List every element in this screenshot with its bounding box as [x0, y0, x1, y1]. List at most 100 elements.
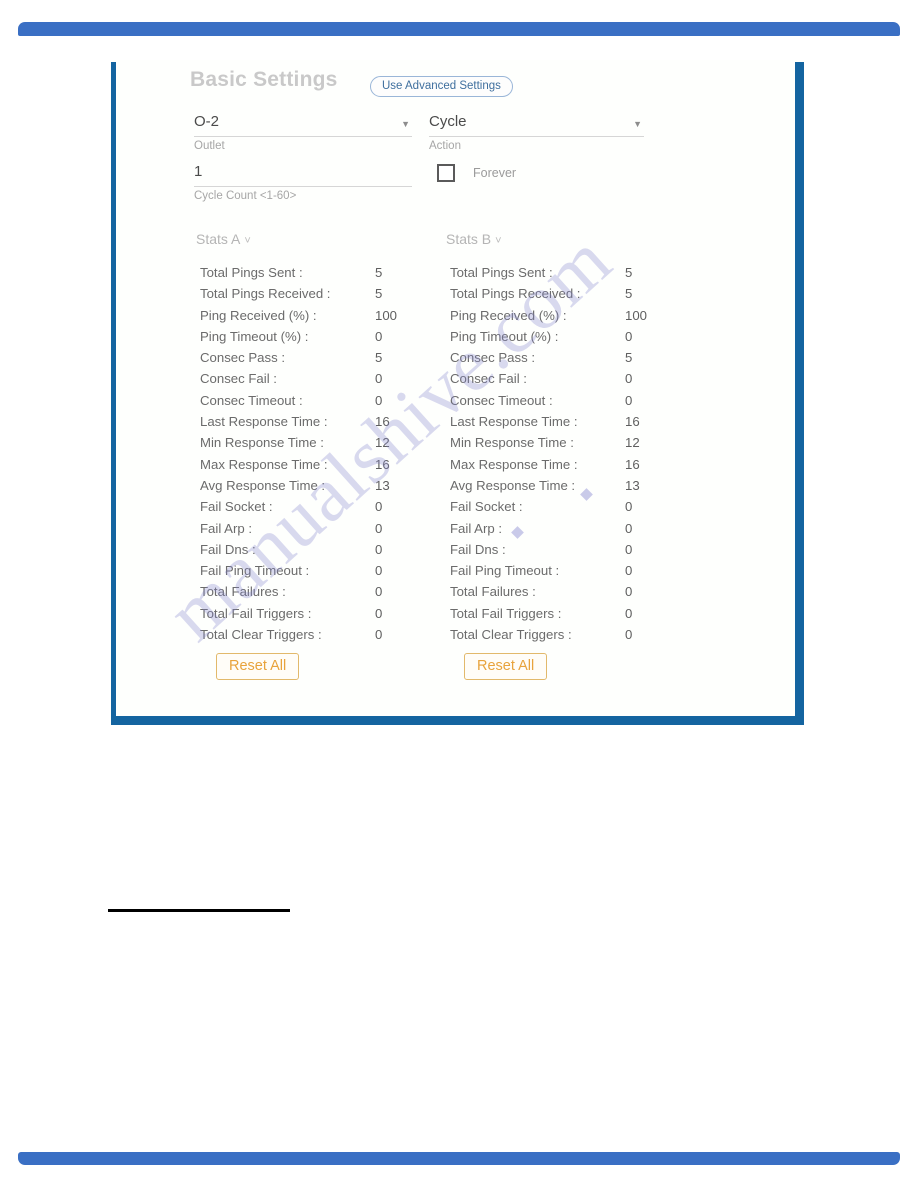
stat-label: Avg Response Time : — [450, 477, 576, 493]
stat-label: Total Pings Received : — [450, 286, 581, 302]
stat-row: Consec Fail : 0 — [200, 369, 397, 390]
stat-label: Consec Fail : — [200, 371, 277, 387]
stat-value: 100 — [375, 307, 398, 323]
stat-value: 16 — [625, 456, 640, 472]
use-advanced-settings-button[interactable]: Use Advanced Settings — [370, 76, 513, 97]
action-select-value: Cycle — [429, 113, 467, 130]
stat-row: Total Failures : 0 — [450, 582, 647, 603]
cycle-count-input[interactable]: 1 Cycle Count <1-60> — [194, 162, 412, 202]
stat-label: Total Clear Triggers : — [450, 627, 572, 643]
stat-label: Last Response Time : — [450, 414, 578, 430]
stat-label: Total Failures : — [450, 584, 536, 600]
stat-row: Min Response Time : 12 — [450, 433, 647, 454]
stat-label: Last Response Time : — [200, 414, 328, 430]
stat-row: Consec Timeout : 0 — [200, 391, 397, 412]
stat-row: Last Response Time : 16 — [450, 412, 647, 433]
stat-row: Fail Arp : 0 — [450, 519, 647, 540]
stat-row: Consec Timeout : 0 — [450, 391, 647, 412]
forever-checkbox-label: Forever — [473, 166, 517, 180]
page-bottom-bar — [18, 1152, 900, 1165]
reset-all-button-b[interactable]: Reset All — [464, 653, 548, 680]
stat-value: 0 — [375, 627, 383, 643]
stat-label: Total Failures : — [200, 584, 286, 600]
stat-row: Total Fail Triggers : 0 — [450, 604, 647, 625]
chevron-down-icon: ▼ — [401, 119, 410, 129]
stat-label: Total Fail Triggers : — [450, 605, 562, 621]
stat-row: Fail Ping Timeout : 0 — [200, 561, 397, 582]
card-border-right — [795, 62, 804, 722]
stat-value: 16 — [375, 456, 390, 472]
stat-row: Fail Ping Timeout : 0 — [450, 561, 647, 582]
stat-value: 0 — [375, 392, 383, 408]
stat-value: 0 — [375, 371, 383, 387]
action-select-line[interactable]: Cycle ▼ — [429, 112, 644, 137]
stat-label: Total Clear Triggers : — [200, 627, 322, 643]
stat-label: Fail Dns : — [450, 541, 506, 557]
stat-row: Total Pings Received : 5 — [450, 284, 647, 305]
outlet-select[interactable]: O-2 ▼ Outlet — [194, 112, 412, 152]
stat-row: Ping Timeout (%) : 0 — [450, 327, 647, 348]
stat-value: 0 — [625, 371, 633, 387]
action-select-label: Action — [429, 140, 461, 152]
stat-row: Total Failures : 0 — [200, 582, 397, 603]
stat-label: Consec Pass : — [450, 350, 536, 366]
outlet-select-value: O-2 — [194, 113, 220, 130]
stat-value: 0 — [625, 499, 633, 515]
stat-value: 0 — [625, 392, 633, 408]
stat-value: 5 — [375, 350, 383, 366]
cycle-count-input-line[interactable]: 1 — [194, 162, 412, 187]
stat-row: Fail Arp : 0 — [200, 519, 397, 540]
stat-row: Fail Dns : 0 — [200, 540, 397, 561]
stat-label: Fail Arp : — [200, 520, 253, 536]
stat-row: Avg Response Time : 13 — [450, 476, 647, 497]
stat-row: Fail Dns : 0 — [450, 540, 647, 561]
stat-label: Fail Ping Timeout : — [200, 563, 310, 579]
stat-row: Max Response Time : 16 — [200, 455, 397, 476]
forever-checkbox[interactable] — [437, 164, 455, 182]
stat-value: 100 — [625, 307, 648, 323]
stat-value: 13 — [625, 477, 640, 493]
cycle-count-value: 1 — [194, 163, 203, 180]
stat-label: Consec Timeout : — [200, 392, 303, 408]
stat-value: 5 — [625, 286, 633, 302]
stat-label: Ping Received (%) : — [200, 307, 317, 323]
stat-row: Total Clear Triggers : 0 — [450, 625, 647, 646]
action-select[interactable]: Cycle ▼ Action — [429, 112, 644, 152]
stat-label: Fail Socket : — [200, 499, 273, 515]
stat-value: 0 — [375, 520, 383, 536]
horizontal-rule — [108, 909, 290, 912]
stat-row: Consec Fail : 0 — [450, 369, 647, 390]
stat-row: Total Pings Received : 5 — [200, 284, 397, 305]
chevron-down-icon: ˅ — [244, 235, 251, 247]
stat-label: Ping Timeout (%) : — [450, 328, 559, 344]
stat-value: 12 — [375, 435, 390, 451]
stat-value: 5 — [375, 265, 383, 280]
stat-label: Consec Fail : — [450, 371, 527, 387]
stat-value: 0 — [625, 627, 633, 643]
stats-a-heading[interactable]: Stats A ˅ — [196, 231, 251, 247]
page-top-bar — [18, 22, 900, 36]
stat-label: Fail Ping Timeout : — [450, 563, 560, 579]
stat-row: Min Response Time : 12 — [200, 433, 397, 454]
stats-a-list: Total Pings Sent : 5 Total Pings Received … — [200, 263, 397, 646]
stats-b-heading-label: Stats B — [446, 231, 492, 247]
stat-row: Total Pings Sent : 5 — [200, 263, 397, 284]
stat-label: Min Response Time : — [450, 435, 574, 451]
stats-b-heading[interactable]: Stats B ˅ — [446, 231, 502, 247]
cycle-count-label: Cycle Count <1-60> — [194, 190, 297, 202]
stat-row: Fail Socket : 0 — [200, 497, 397, 518]
stat-value: 0 — [375, 328, 383, 344]
stats-a-heading-label: Stats A — [196, 231, 241, 247]
stat-label: Total Pings Sent : — [200, 265, 303, 280]
stat-value: 0 — [625, 584, 633, 600]
reset-all-button-a[interactable]: Reset All — [216, 653, 300, 680]
forever-checkbox-group[interactable]: Forever — [437, 164, 516, 182]
card-border-bottom — [111, 716, 804, 725]
card-border-left — [111, 62, 116, 722]
stat-value: 0 — [625, 605, 633, 621]
stat-label: Fail Dns : — [200, 541, 256, 557]
stat-value: 0 — [625, 328, 633, 344]
stat-row: Ping Received (%) : 100 — [200, 306, 397, 327]
outlet-select-line[interactable]: O-2 ▼ — [194, 112, 412, 137]
stats-b-list: Total Pings Sent :5 Total Pings Received … — [450, 263, 647, 646]
